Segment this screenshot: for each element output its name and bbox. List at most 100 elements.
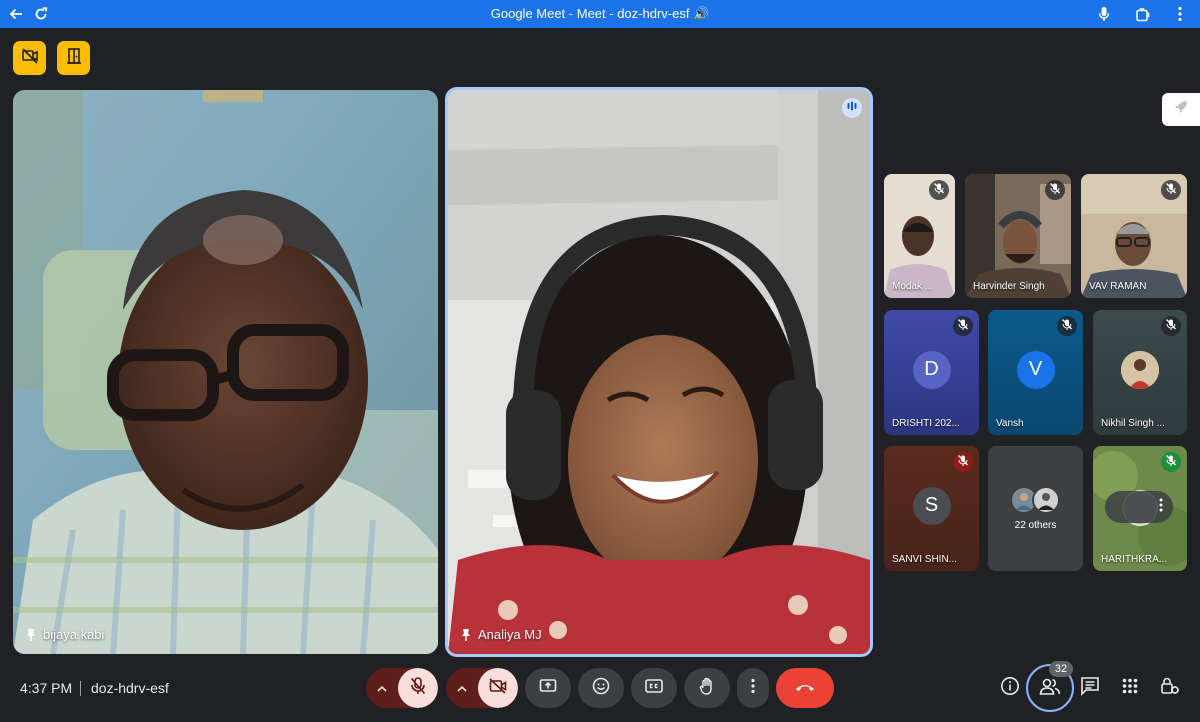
more-vertical-icon[interactable] <box>1159 498 1163 517</box>
camera-control-group <box>446 668 518 708</box>
microphone-control-group <box>366 668 438 708</box>
emoji-icon <box>592 677 610 700</box>
participant-tile-main-1[interactable]: bijaya kabi <box>13 90 438 654</box>
side-panel-button[interactable] <box>1162 93 1200 126</box>
companion-mode-badge[interactable] <box>57 41 90 75</box>
participant-name: Analiya MJ <box>460 627 542 642</box>
participant-tile[interactable]: D DRISHTI 202... <box>884 310 979 435</box>
meeting-time: 4:37 PM <box>20 680 73 696</box>
closed-captions-icon <box>645 678 663 698</box>
mic-off-icon <box>410 676 426 700</box>
mic-off-icon <box>1166 453 1176 471</box>
video-options-button[interactable] <box>446 668 478 708</box>
chat-button[interactable] <box>1078 676 1102 700</box>
leave-call-button[interactable] <box>776 668 834 708</box>
participant-tile[interactable]: S SANVI SHIN... <box>884 446 979 571</box>
participant-name: Harvinder Singh <box>973 281 1045 292</box>
no-recording-badge[interactable] <box>13 41 46 75</box>
more-vertical-icon[interactable] <box>1166 0 1194 28</box>
people-icon <box>1039 677 1061 700</box>
mute-indicator <box>953 452 973 472</box>
raise-hand-button[interactable] <box>684 668 730 708</box>
chevron-up-icon <box>457 679 467 697</box>
camera-off-icon <box>489 677 507 699</box>
avatar: D <box>912 350 951 389</box>
hand-icon <box>699 677 715 700</box>
participant-name-label: Analiya MJ <box>478 627 542 642</box>
participant-name: Vansh <box>996 418 1024 429</box>
extensions-icon[interactable] <box>1128 0 1156 28</box>
participant-tile[interactable]: VAV RAMAN <box>1081 174 1187 298</box>
captions-button[interactable] <box>631 668 677 708</box>
mute-indicator <box>1057 316 1077 336</box>
present-screen-icon <box>539 678 557 699</box>
mute-indicator <box>1161 316 1181 336</box>
mute-indicator <box>1161 180 1181 200</box>
mute-indicator <box>1045 180 1065 200</box>
participant-tile[interactable]: Modak ... <box>884 174 955 298</box>
microphone-icon[interactable] <box>1090 0 1118 28</box>
avatar <box>1121 350 1159 389</box>
mute-indicator <box>929 180 949 200</box>
reactions-button[interactable] <box>578 668 624 708</box>
chat-icon <box>1080 676 1100 701</box>
present-screen-button[interactable] <box>525 668 571 708</box>
door-icon <box>65 47 83 70</box>
reload-icon[interactable] <box>27 0 55 28</box>
participant-name: Modak ... <box>892 281 934 292</box>
mute-indicator <box>1161 452 1181 472</box>
participant-name: Nikhil Singh ... <box>1101 418 1165 429</box>
others-tile[interactable]: 22 others <box>988 446 1083 571</box>
mic-off-icon <box>1050 181 1060 199</box>
mute-indicator <box>953 316 973 336</box>
apps-grid-icon <box>1122 678 1138 699</box>
avatar <box>1032 486 1060 514</box>
info-icon <box>1000 676 1020 701</box>
participant-tile[interactable]: V Vansh <box>988 310 1083 435</box>
chevron-up-icon <box>377 679 387 697</box>
no-video-icon <box>21 47 39 70</box>
participant-name-label: bijaya kabi <box>43 627 105 642</box>
microphone-toggle-button[interactable] <box>398 668 438 708</box>
pin-icon[interactable] <box>460 628 472 642</box>
title-bar: Google Meet - Meet - doz-hdrv-esf 🔊 <box>0 0 1200 28</box>
divider <box>80 681 81 696</box>
more-options-button[interactable] <box>737 668 769 708</box>
camera-toggle-button[interactable] <box>478 668 518 708</box>
mic-off-icon <box>1166 317 1176 335</box>
participant-name: VAV RAMAN <box>1089 281 1147 292</box>
participant-tile[interactable]: Harvinder Singh <box>965 174 1071 298</box>
participant-video <box>448 90 870 654</box>
meeting-code: doz-hdrv-esf <box>91 680 169 696</box>
participant-name: HARITHKRA... <box>1101 554 1168 565</box>
participant-video <box>13 90 438 654</box>
audio-level-icon <box>846 99 858 117</box>
end-call-icon <box>794 679 816 697</box>
participant-count-badge: 32 <box>1049 661 1073 677</box>
others-count-label: 22 others <box>1014 520 1057 531</box>
participant-name: DRISHTI 202... <box>892 418 960 429</box>
pin-icon[interactable] <box>25 628 37 642</box>
mic-off-icon <box>934 181 944 199</box>
avatar-photo <box>1121 350 1159 389</box>
others-avatars <box>1010 486 1060 514</box>
meeting-details-button[interactable] <box>998 676 1022 700</box>
audio-options-button[interactable] <box>366 668 398 708</box>
participant-tile-main-2[interactable]: Analiya MJ <box>445 87 873 657</box>
window-title: Google Meet - Meet - doz-hdrv-esf 🔊 <box>490 6 710 21</box>
participant-tile[interactable]: Nikhil Singh ... <box>1093 310 1187 435</box>
avatar: S <box>912 486 951 525</box>
host-controls-icon <box>1160 676 1180 701</box>
mic-off-icon <box>1166 181 1176 199</box>
back-icon[interactable] <box>2 0 30 28</box>
mic-off-icon <box>1062 317 1072 335</box>
mic-off-icon <box>958 317 968 335</box>
participant-tile[interactable]: HARITHKRA... <box>1093 446 1187 571</box>
tile-hover-controls[interactable] <box>1105 491 1173 523</box>
more-vertical-icon <box>751 678 755 699</box>
participant-name: bijaya kabi <box>25 627 104 642</box>
participant-name: SANVI SHIN... <box>892 554 958 565</box>
host-controls-button[interactable] <box>1158 676 1182 700</box>
activities-button[interactable] <box>1118 676 1142 700</box>
speaking-indicator <box>842 98 862 118</box>
